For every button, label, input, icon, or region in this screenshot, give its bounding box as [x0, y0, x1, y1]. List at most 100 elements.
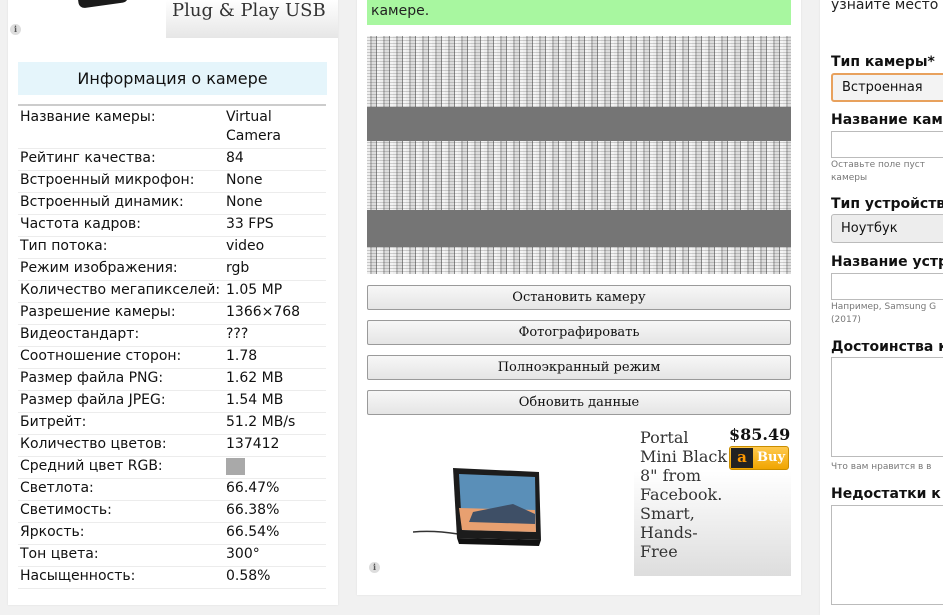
buy-button[interactable]: a Buy [729, 446, 789, 470]
info-row: Тип потока: video [18, 236, 326, 259]
camera-name-input[interactable] [831, 131, 943, 158]
top-ad-title[interactable]: Plug & Play USB [166, 0, 338, 38]
info-row: Количество цветов: 137412 [18, 434, 326, 457]
camera-name-hint: Оставьте поле пуст [831, 160, 925, 170]
info-row-key: Светимость: [18, 500, 222, 523]
info-row-key: Количество цветов: [18, 434, 222, 457]
device-type-label: Тип устройств [831, 196, 943, 212]
info-row: Разрешение камеры: 1366×768 [18, 302, 326, 325]
device-name-input[interactable] [831, 273, 943, 300]
info-row-key: Встроенный микрофон: [18, 170, 222, 193]
info-row-value: 66.54% [222, 522, 326, 545]
title-divider [18, 104, 326, 106]
info-row: Насыщенность: 0.58% [18, 566, 326, 589]
device-name-hint-2: (2017) [831, 315, 861, 325]
info-row-key: Размер файла PNG: [18, 368, 222, 391]
info-row-value: 1.78 [222, 346, 326, 369]
device-name-hint: Например, Samsung G [831, 302, 937, 312]
portal-device-image [413, 468, 541, 546]
video-gray-band [367, 210, 791, 247]
info-row-value: 84 [222, 148, 326, 171]
info-row-value: 66.38% [222, 500, 326, 523]
info-row: Видеостандарт:??? [18, 324, 326, 347]
info-row: Частота кадров: 33 FPS [18, 214, 326, 237]
pros-label: Достоинства к [831, 339, 943, 355]
info-row-value: None [222, 192, 326, 215]
info-row-value: 51.2 MB/s [222, 412, 326, 435]
ad-price: $85.49 [729, 426, 791, 444]
info-row-value [222, 456, 326, 479]
camera-name-hint-2: камеры [831, 173, 868, 183]
info-row-value: 0.58% [222, 566, 326, 589]
average-color-swatch [226, 457, 245, 475]
info-row: Название камеры: Virtual Camera [18, 108, 326, 149]
info-row-key: Название камеры: [18, 108, 222, 149]
info-row: Средний цвет RGB: [18, 456, 326, 479]
info-row-key: Разрешение камеры: [18, 302, 222, 325]
pros-hint: Что вам нравится в в [831, 462, 932, 472]
ad-info-icon[interactable]: i [10, 24, 21, 35]
ad-card[interactable]: Portal Mini Black 8" from Facebook. Smar… [634, 426, 791, 576]
camera-type-label: Тип камеры* [831, 54, 935, 70]
bottom-product-ad[interactable]: i Portal Mini Black 8" from Facebook. Sm… [367, 426, 791, 576]
info-row-key: Светлота: [18, 478, 222, 501]
info-row-key: Частота кадров: [18, 214, 222, 237]
info-row-key: Видеостандарт: [18, 324, 222, 347]
info-row: Количество мегапикселей: 1.05 MP [18, 280, 326, 303]
refresh-data-button[interactable]: Обновить данные [367, 390, 791, 415]
stop-camera-button[interactable]: Остановить камеру [367, 285, 791, 310]
info-row-key: Рейтинг качества: [18, 148, 222, 171]
device-type-select[interactable]: Ноутбук [831, 214, 943, 243]
info-row: Соотношение сторон: 1.78 [18, 346, 326, 369]
info-row-value: Virtual Camera [222, 108, 326, 149]
info-row: Тон цвета: 300° [18, 544, 326, 567]
info-row-value: 1366×768 [222, 302, 326, 325]
cons-label: Недостатки к [831, 486, 941, 502]
info-row-key: Насыщенность: [18, 566, 222, 589]
fullscreen-button[interactable]: Полноэкранный режим [367, 355, 791, 380]
info-row: Размер файла JPEG: 1.54 MB [18, 390, 326, 413]
info-row-key: Размер файла JPEG: [18, 390, 222, 413]
info-row-value: 137412 [222, 434, 326, 457]
info-row: Режим изображения: rgb [18, 258, 326, 281]
info-row: Светлота: 66.47% [18, 478, 326, 501]
info-row: Встроенный микрофон: None [18, 170, 326, 193]
info-row: Встроенный динамик: None [18, 192, 326, 215]
buy-button-label: Buy [757, 450, 785, 465]
info-row: Светимость: 66.38% [18, 500, 326, 523]
take-photo-button[interactable]: Фотографировать [367, 320, 791, 345]
info-row-value: 300° [222, 544, 326, 567]
info-row-value: 1.62 MB [222, 368, 326, 391]
camera-info-table: Название камеры: Virtual Camera Рейтинг ка… [18, 108, 326, 589]
info-row-value: None [222, 170, 326, 193]
info-row-value: 33 FPS [222, 214, 326, 237]
info-row-key: Тон цвета: [18, 544, 222, 567]
camera-status-note: камере. [367, 0, 791, 25]
info-row-value: 66.47% [222, 478, 326, 501]
info-row-value: ??? [222, 324, 326, 347]
info-row: Рейтинг качества: 84 [18, 148, 326, 171]
info-row-key: Средний цвет RGB: [18, 456, 222, 479]
cons-textarea[interactable] [831, 505, 943, 605]
info-row: Битрейт: 51.2 MB/s [18, 412, 326, 435]
info-row-key: Тип потока: [18, 236, 222, 259]
usb-camera-product-image [77, 0, 128, 8]
camera-info-title: Информация о камере [18, 62, 327, 95]
device-name-label: Название устр [831, 254, 943, 270]
top-product-ad[interactable]: Plug & Play USB i [8, 0, 338, 38]
amazon-logo-icon: a [731, 448, 753, 468]
ad-product-description[interactable]: Portal Mini Black 8" from Facebook. Smar… [640, 428, 728, 561]
info-row-key: Соотношение сторон: [18, 346, 222, 369]
camera-video-preview [367, 36, 791, 274]
info-row: Яркость: 66.54% [18, 522, 326, 545]
camera-name-label: Название кам [831, 112, 943, 128]
ad-info-icon[interactable]: i [369, 562, 380, 573]
info-row-key: Количество мегапикселей: [18, 280, 222, 303]
pros-textarea[interactable] [831, 357, 943, 457]
info-row-value: rgb [222, 258, 326, 281]
info-row: Размер файла PNG: 1.62 MB [18, 368, 326, 391]
camera-type-select[interactable]: Встроенная [831, 73, 943, 102]
info-row-key: Яркость: [18, 522, 222, 545]
info-row-key: Встроенный динамик: [18, 192, 222, 215]
video-gray-band [367, 107, 791, 141]
